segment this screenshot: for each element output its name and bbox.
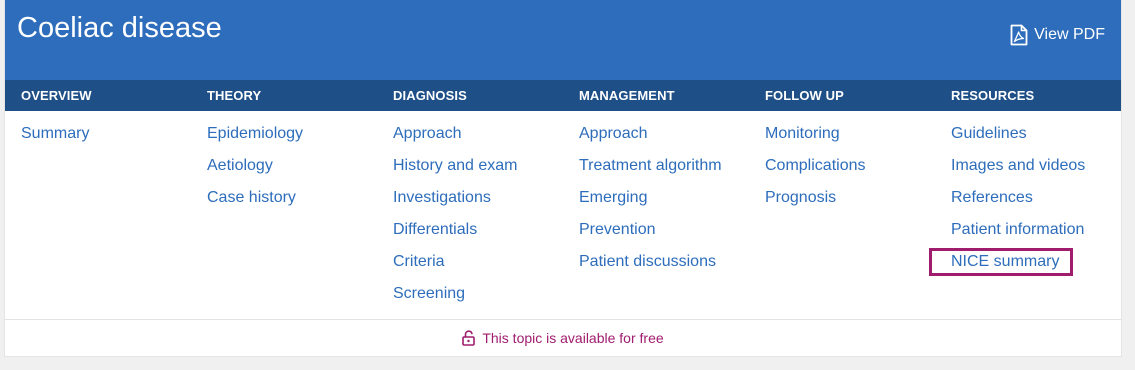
topic-header: Coeliac disease View PDF — [5, 0, 1121, 80]
link-screening[interactable]: Screening — [393, 271, 518, 303]
page-title: Coeliac disease — [17, 12, 222, 44]
link-history-and-exam[interactable]: History and exam — [393, 143, 518, 175]
link-emerging[interactable]: Emerging — [579, 175, 722, 207]
unlocked-padlock-icon — [462, 330, 476, 346]
link-criteria[interactable]: Criteria — [393, 239, 518, 271]
section-tab-bar: OVERVIEW THEORY DIAGNOSIS MANAGEMENT FOL… — [5, 80, 1121, 111]
link-nice-summary[interactable]: NICE summary — [951, 239, 1085, 271]
follow-up-links: Monitoring Complications Prognosis — [765, 111, 865, 207]
tab-resources[interactable]: RESOURCES — [951, 80, 1034, 111]
link-aetiology[interactable]: Aetiology — [207, 143, 303, 175]
link-references[interactable]: References — [951, 175, 1085, 207]
link-investigations[interactable]: Investigations — [393, 175, 518, 207]
diagnosis-links: Approach History and exam Investigations… — [393, 111, 518, 303]
link-monitoring[interactable]: Monitoring — [765, 111, 865, 143]
topic-nav-card: Coeliac disease View PDF OVERVIEW THEORY… — [5, 0, 1121, 356]
link-images-and-videos[interactable]: Images and videos — [951, 143, 1085, 175]
tab-overview[interactable]: OVERVIEW — [21, 80, 92, 111]
link-patient-information[interactable]: Patient information — [951, 207, 1085, 239]
link-guidelines[interactable]: Guidelines — [951, 111, 1085, 143]
link-management-approach[interactable]: Approach — [579, 111, 722, 143]
link-complications[interactable]: Complications — [765, 143, 865, 175]
link-treatment-algorithm[interactable]: Treatment algorithm — [579, 143, 722, 175]
link-diagnosis-approach[interactable]: Approach — [393, 111, 518, 143]
link-summary[interactable]: Summary — [21, 111, 89, 143]
overview-links: Summary — [21, 111, 89, 143]
link-patient-discussions[interactable]: Patient discussions — [579, 239, 722, 271]
tab-theory[interactable]: THEORY — [207, 80, 261, 111]
pdf-file-icon — [1010, 24, 1028, 46]
link-epidemiology[interactable]: Epidemiology — [207, 111, 303, 143]
view-pdf-button[interactable]: View PDF — [1010, 24, 1105, 46]
tab-management[interactable]: MANAGEMENT — [579, 80, 675, 111]
free-topic-notice: This topic is available for free — [5, 320, 1121, 356]
management-links: Approach Treatment algorithm Emerging Pr… — [579, 111, 722, 271]
free-topic-text: This topic is available for free — [482, 330, 664, 346]
resources-links: Guidelines Images and videos References … — [951, 111, 1085, 271]
link-prevention[interactable]: Prevention — [579, 207, 722, 239]
link-differentials[interactable]: Differentials — [393, 207, 518, 239]
theory-links: Epidemiology Aetiology Case history — [207, 111, 303, 207]
link-prognosis[interactable]: Prognosis — [765, 175, 865, 207]
tab-follow-up[interactable]: FOLLOW UP — [765, 80, 844, 111]
tab-diagnosis[interactable]: DIAGNOSIS — [393, 80, 467, 111]
link-case-history[interactable]: Case history — [207, 175, 303, 207]
view-pdf-label: View PDF — [1034, 26, 1105, 43]
